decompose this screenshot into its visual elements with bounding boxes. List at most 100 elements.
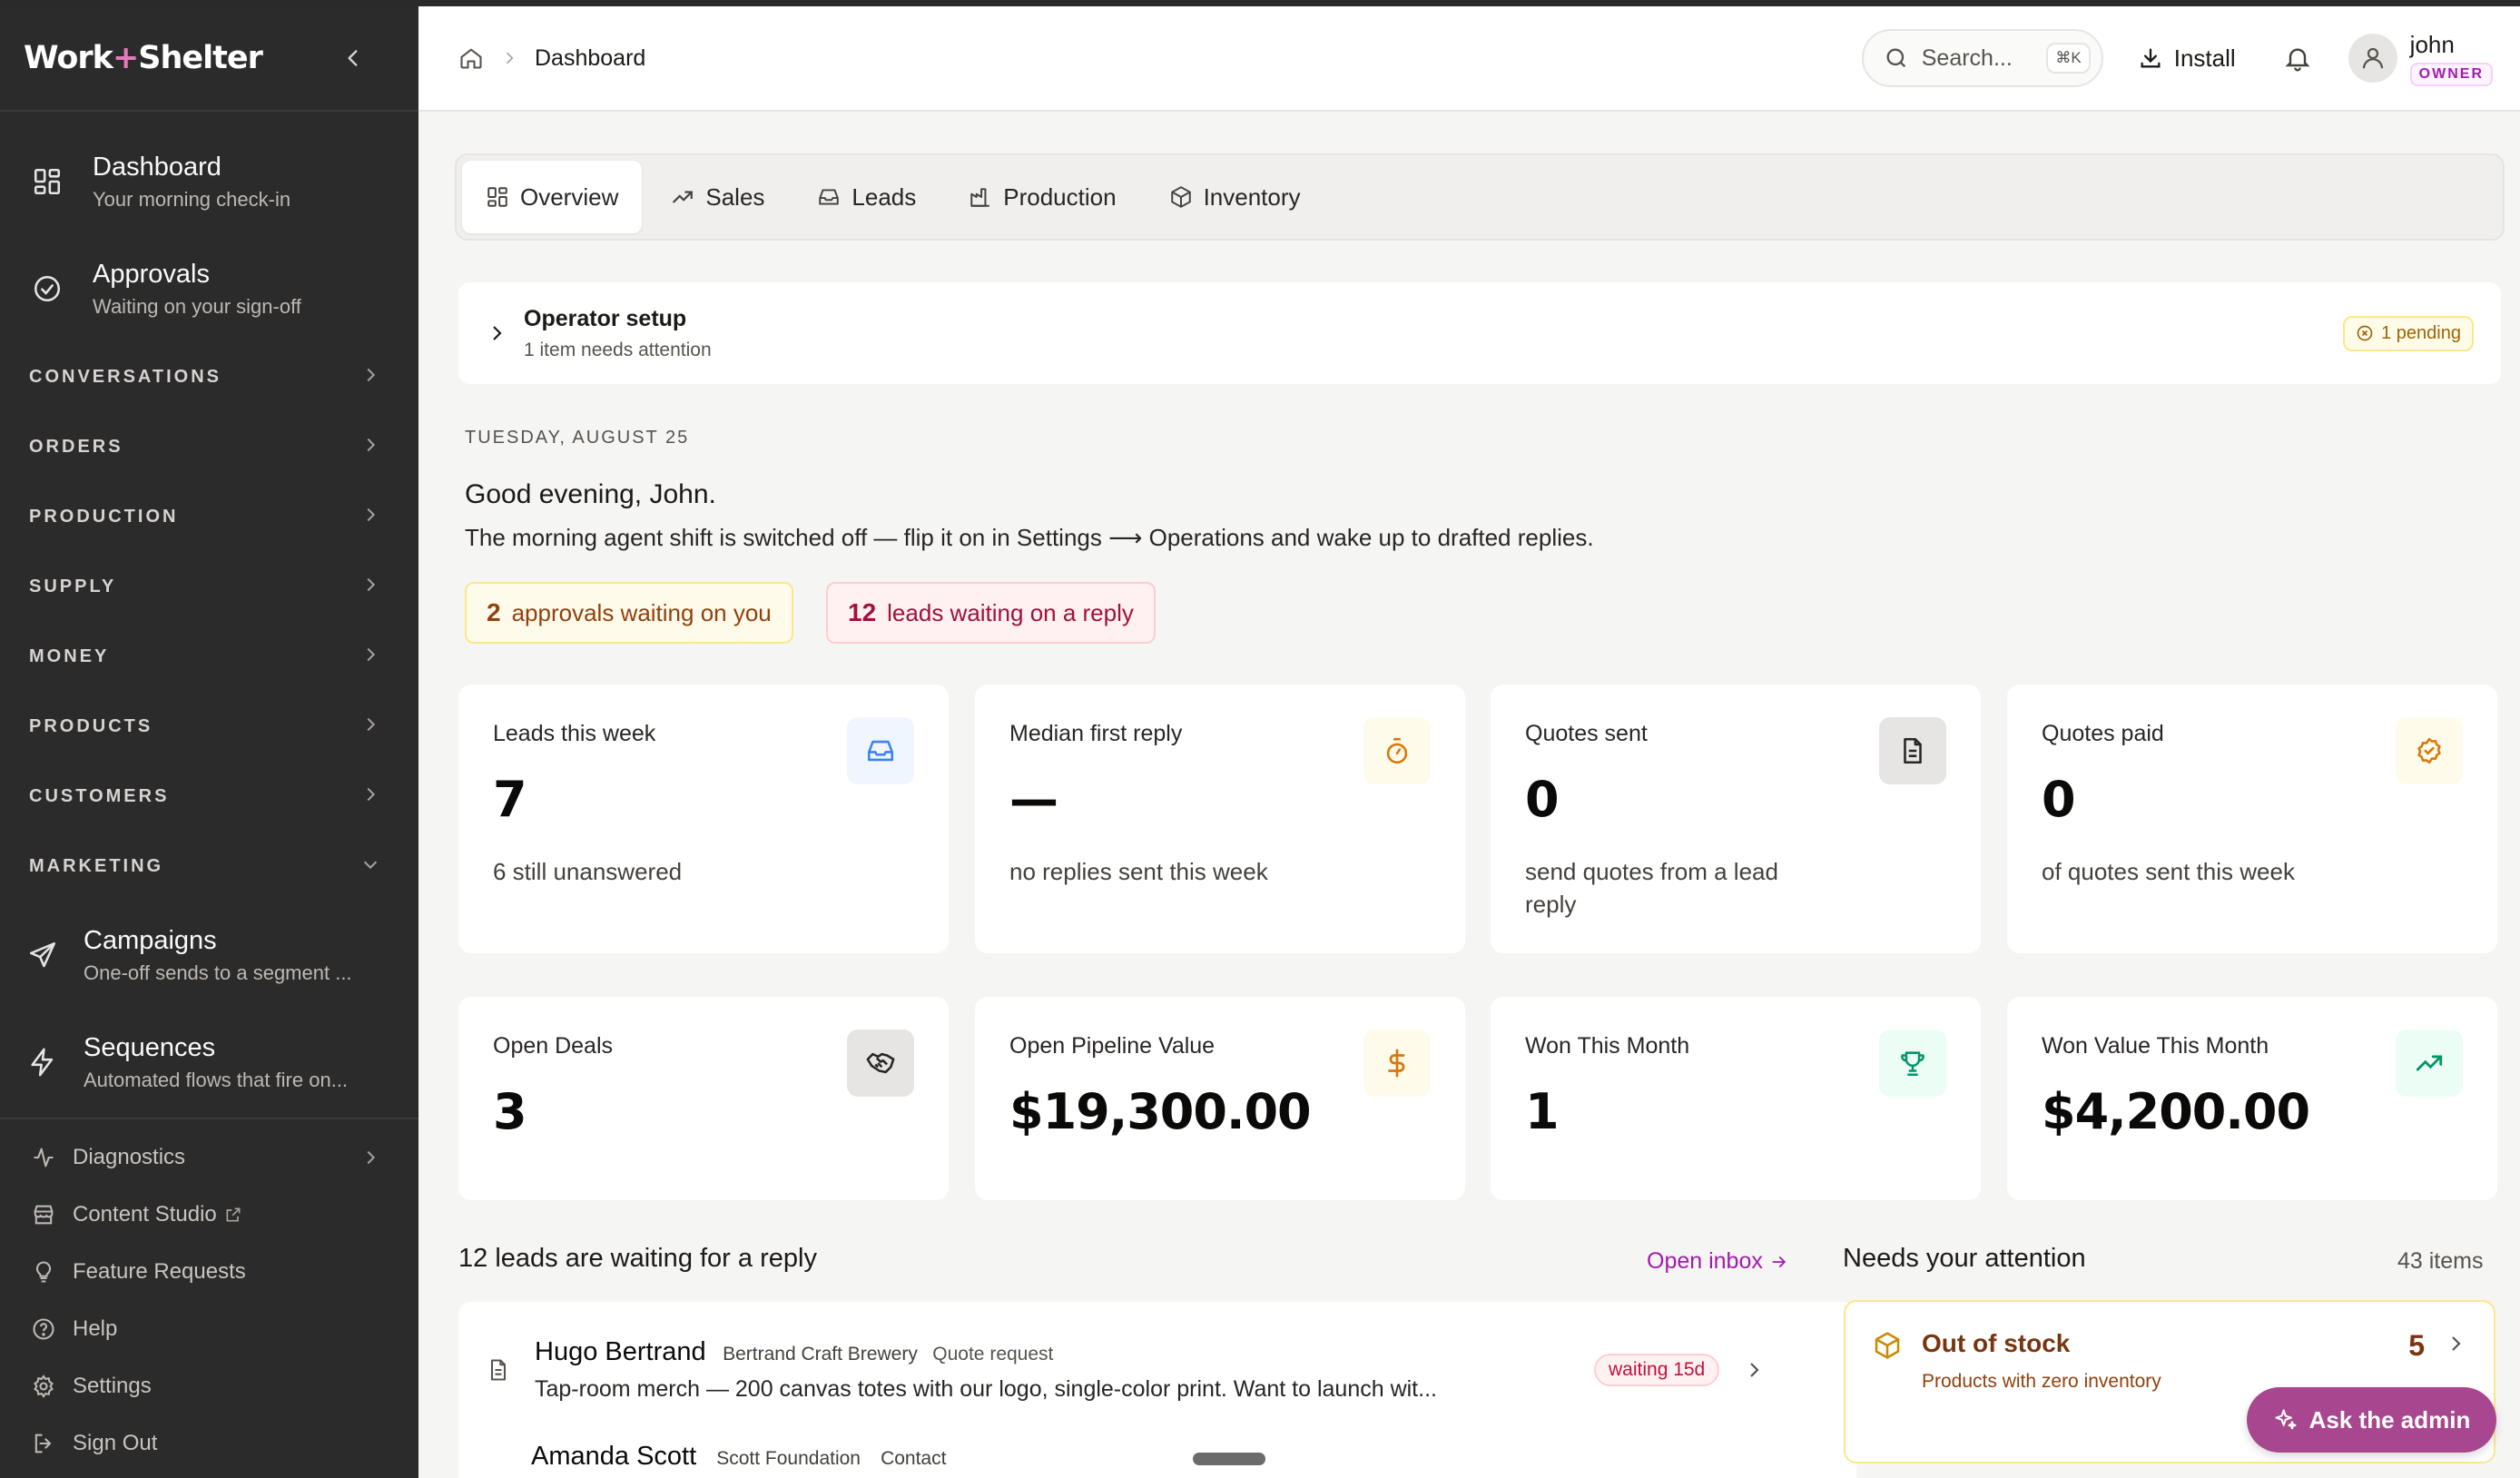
sidebar-item-subtitle: Your morning check-in (93, 187, 291, 211)
sidebar-item-feature-requests[interactable]: Feature Requests (0, 1243, 418, 1300)
home-icon[interactable] (458, 45, 484, 71)
lightning-icon (27, 1042, 58, 1082)
attention-count: 43 items (2397, 1248, 2484, 1274)
install-button[interactable]: Install (2138, 44, 2236, 73)
external-link-icon (224, 1206, 242, 1224)
tab-inventory[interactable]: Inventory (1146, 161, 1324, 233)
chevron-right-icon (360, 435, 380, 459)
store-icon (29, 1200, 58, 1229)
window-top-strip (0, 0, 2520, 6)
user-menu[interactable]: john OWNER (2348, 31, 2493, 86)
setup-title: Operator setup (524, 305, 687, 331)
stat-card-leads-this-week[interactable]: Leads this week 7 6 still unanswered (458, 685, 949, 953)
trending-up-icon (671, 185, 694, 209)
stat-card-won-this-month[interactable]: Won This Month 1 (1491, 997, 1981, 1200)
sidebar-section-money[interactable]: MONEY (0, 622, 418, 692)
dashboard-tabs: Overview Sales Leads Production Inventor… (455, 153, 2505, 241)
sidebar-item-subtitle: Automated flows that fire on... (84, 1068, 349, 1091)
tab-leads[interactable]: Leads (793, 161, 940, 233)
stat-card-quotes-paid[interactable]: Quotes paid 0 of quotes sent this week (2007, 685, 2497, 953)
stat-subtext: of quotes sent this week (2042, 858, 2295, 885)
sidebar-item-campaigns[interactable]: Campaigns One-off sends to a segment ... (0, 902, 418, 1009)
open-inbox-link[interactable]: Open inbox (1647, 1248, 1788, 1275)
sidebar-item-label: Campaigns (84, 925, 217, 955)
avatar (2348, 34, 2397, 83)
section-label: MONEY (29, 646, 110, 666)
dashboard-grid-icon (27, 162, 67, 202)
search-placeholder: Search... (1921, 44, 2013, 71)
sidebar-item-approvals[interactable]: Approvals Waiting on your sign-off (0, 235, 418, 342)
sidebar-item-help[interactable]: Help (0, 1300, 418, 1357)
document-icon (486, 1357, 511, 1383)
sidebar-item-label: Approvals (93, 259, 210, 289)
help-icon (29, 1315, 58, 1344)
sidebar-item-content-studio[interactable]: Content Studio (0, 1186, 418, 1243)
sidebar-item-label: Settings (73, 1373, 152, 1398)
chevron-right-icon (360, 505, 380, 529)
leads-waiting-chip[interactable]: 12 leads waiting on a reply (826, 582, 1156, 644)
operator-setup-panel[interactable]: Operator setup 1 item needs attention 1 … (458, 282, 2501, 384)
search-input[interactable]: Search... ⌘K (1861, 29, 2103, 87)
collapse-sidebar-button[interactable] (335, 40, 371, 76)
top-header: Dashboard Search... ⌘K Install john OWNE… (418, 6, 2520, 112)
tab-label: Production (1003, 182, 1117, 211)
scroll-handle[interactable] (1193, 1453, 1265, 1465)
tab-overview[interactable]: Overview (462, 161, 643, 233)
list-item[interactable]: Amanda Scott Scott Foundation Contact (458, 1442, 1856, 1472)
search-shortcut: ⌘K (2046, 43, 2091, 74)
approvals-waiting-chip[interactable]: 2 approvals waiting on you (465, 582, 793, 644)
sidebar-item-label: Dashboard (93, 152, 221, 182)
sidebar-section-customers[interactable]: CUSTOMERS (0, 762, 418, 832)
sidebar-item-settings[interactable]: Settings (0, 1357, 418, 1414)
sidebar-section-supply[interactable]: SUPPLY (0, 552, 418, 622)
breadcrumb: Dashboard (458, 45, 645, 72)
tab-label: Leads (851, 182, 917, 211)
attention-item-count: 5 (2408, 1329, 2425, 1362)
sidebar-section-products[interactable]: PRODUCTS (0, 692, 418, 762)
sparkles-icon (2273, 1407, 2299, 1433)
document-icon (1879, 717, 1946, 784)
sidebar-item-label: Sequences (84, 1032, 216, 1062)
tab-production[interactable]: Production (945, 161, 1139, 233)
current-date: TUESDAY, AUGUST 25 (465, 428, 690, 448)
sidebar-item-sequences[interactable]: Sequences Automated flows that fire on..… (0, 1009, 418, 1116)
arrow-right-icon (1770, 1253, 1788, 1271)
greeting: Good evening, John. (465, 479, 716, 509)
sidebar-item-sign-out[interactable]: Sign Out (0, 1414, 418, 1472)
send-icon (27, 935, 58, 975)
tab-sales[interactable]: Sales (647, 161, 788, 233)
sidebar-brand-row: Work+Shelter (0, 6, 418, 112)
install-label: Install (2173, 44, 2236, 72)
chevron-down-icon (360, 854, 380, 879)
chevron-right-icon (360, 1148, 380, 1168)
stat-card-median-first-reply[interactable]: Median first reply — no replies sent thi… (975, 685, 1465, 953)
sidebar-section-orders[interactable]: ORDERS (0, 412, 418, 482)
list-item[interactable]: Hugo Bertrand Bertrand Craft Brewery Quo… (458, 1302, 1856, 1438)
sidebar-section-conversations[interactable]: CONVERSATIONS (0, 342, 418, 412)
stat-subtext: send quotes from a lead reply (1525, 858, 1778, 918)
sidebar-section-marketing[interactable]: MARKETING (0, 832, 418, 902)
leads-section-title: 12 leads are waiting for a reply (458, 1244, 817, 1273)
attention-section-title: Needs your attention (1843, 1244, 2086, 1273)
stat-card-open-deals[interactable]: Open Deals 3 (458, 997, 949, 1200)
lead-type: Quote request (932, 1344, 1054, 1365)
approvals-count: 2 (487, 598, 501, 626)
stat-card-open-pipeline-value[interactable]: Open Pipeline Value $19,300.00 (975, 997, 1465, 1200)
section-label: CONVERSATIONS (29, 367, 221, 387)
chevron-right-icon (360, 365, 380, 389)
sidebar-item-subtitle: One-off sends to a segment ... (84, 961, 352, 984)
brand-logo[interactable]: Work+Shelter (24, 40, 263, 76)
bell-icon (2283, 44, 2312, 73)
ask-the-admin-button[interactable]: Ask the admin (2247, 1387, 2496, 1453)
gear-icon (29, 1372, 58, 1401)
sidebar-section-production[interactable]: PRODUCTION (0, 482, 418, 552)
stat-card-won-value-this-month[interactable]: Won Value This Month $4,200.00 (2007, 997, 2497, 1200)
notifications-button[interactable] (2283, 44, 2312, 73)
trending-up-icon (2396, 1030, 2463, 1097)
lead-company: Bertrand Craft Brewery (723, 1344, 918, 1365)
stat-card-quotes-sent[interactable]: Quotes sent 0 send quotes from a lead re… (1491, 685, 1981, 953)
package-icon (1873, 1331, 1902, 1360)
approvals-text: approvals waiting on you (511, 598, 772, 626)
sidebar-item-dashboard[interactable]: Dashboard Your morning check-in (0, 128, 418, 235)
sidebar-item-diagnostics[interactable]: Diagnostics (0, 1128, 418, 1186)
